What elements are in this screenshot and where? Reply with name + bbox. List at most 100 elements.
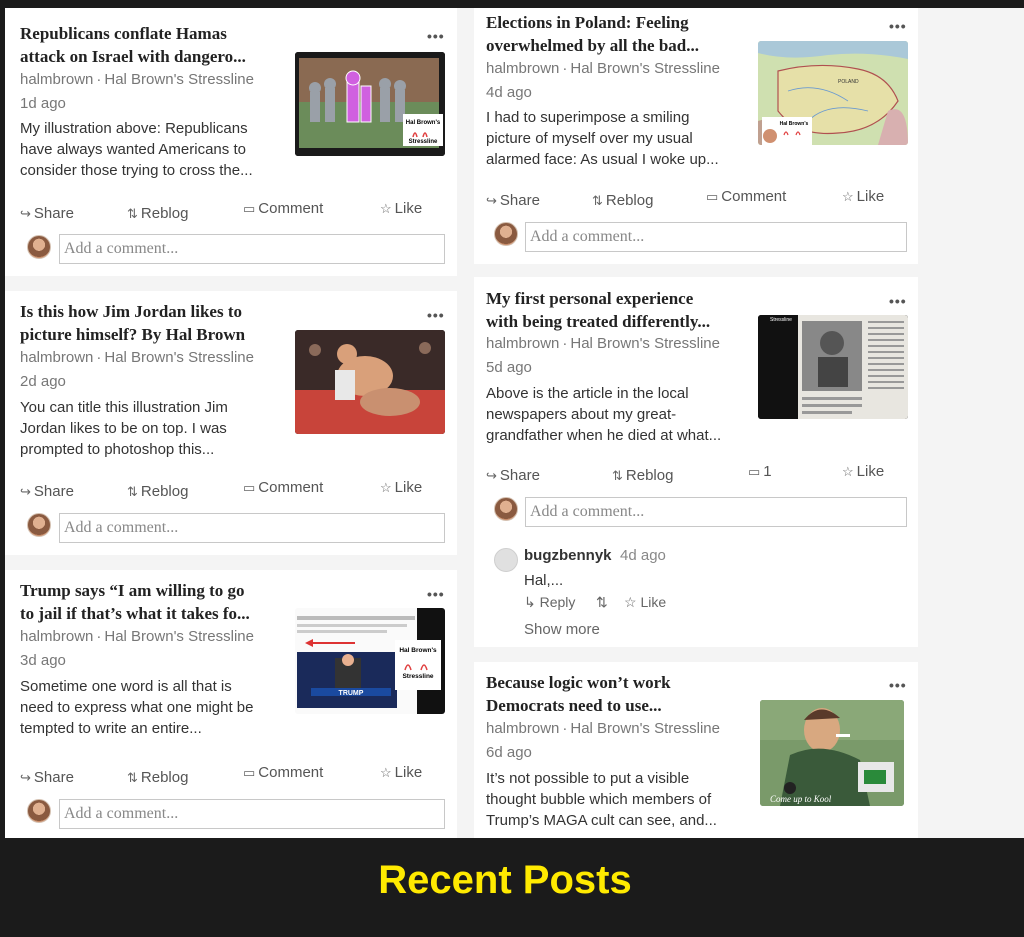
comment-time: 4d ago bbox=[620, 547, 666, 564]
more-options-icon[interactable]: ••• bbox=[889, 293, 907, 309]
like-button[interactable]: ☆ Like bbox=[380, 479, 422, 496]
post-title-line[interactable]: picture himself? By Hal Brown bbox=[20, 323, 280, 346]
more-options-icon[interactable]: ••• bbox=[889, 18, 907, 34]
post-title-line[interactable]: Elections in Poland: Feeling bbox=[486, 11, 746, 34]
post-title[interactable]: Trump says “I am willing to go to jail i… bbox=[20, 579, 280, 625]
comment-input[interactable]: Add a comment... bbox=[59, 799, 445, 829]
share-button[interactable]: ↪ Share bbox=[20, 483, 74, 500]
comment-button[interactable]: ▭ Comment bbox=[706, 188, 786, 205]
author-name[interactable]: halmbrown bbox=[486, 335, 559, 352]
snippet-line: My illustration above: Republicans bbox=[20, 120, 248, 137]
post-snippet[interactable]: My illustration above: Republicans have … bbox=[20, 118, 290, 181]
reblog-comment-button[interactable]: ⇅ bbox=[596, 594, 608, 611]
publication-name[interactable]: Hal Brown's Stressline bbox=[570, 60, 720, 77]
tweet-screenshot-icon[interactable]: TRUMP Hal Brown's Stressline bbox=[295, 608, 445, 714]
publication-name[interactable]: Hal Brown's Stressline bbox=[570, 720, 720, 737]
post-title-line[interactable]: Because logic won’t work bbox=[486, 671, 746, 694]
comment-button[interactable]: ▭ Comment bbox=[243, 764, 323, 781]
reply-button[interactable]: ↳ Reply bbox=[524, 594, 575, 611]
snippet-line: newspapers about my great- bbox=[486, 406, 677, 423]
post-title-line[interactable]: Democrats need to use... bbox=[486, 694, 746, 717]
comment-icon: ▭ bbox=[243, 201, 256, 216]
post-time: 4d ago bbox=[486, 84, 532, 101]
more-options-icon[interactable]: ••• bbox=[427, 28, 445, 44]
share-button[interactable]: ↪ Share bbox=[20, 205, 74, 222]
reblog-button[interactable]: ⇅ Reblog bbox=[612, 467, 673, 484]
badge-text: Hal Brown's bbox=[399, 647, 437, 654]
badge-text: Stressline bbox=[402, 673, 433, 680]
show-more-link[interactable]: Show more bbox=[524, 621, 600, 638]
more-options-icon[interactable]: ••• bbox=[889, 677, 907, 693]
like-button[interactable]: ☆ Like bbox=[380, 764, 422, 781]
reblog-icon: ⇅ bbox=[592, 193, 603, 208]
post-title-line[interactable]: attack on Israel with dangero... bbox=[20, 45, 280, 68]
author-name[interactable]: halmbrown bbox=[486, 720, 559, 737]
post-title-line[interactable]: Republicans conflate Hamas bbox=[20, 22, 280, 45]
publication-name[interactable]: Hal Brown's Stressline bbox=[570, 335, 720, 352]
author-name[interactable]: halmbrown bbox=[20, 349, 93, 366]
star-icon: ☆ bbox=[380, 201, 392, 216]
author-name[interactable]: halmbrown bbox=[486, 60, 559, 77]
like-button[interactable]: ☆ Like bbox=[842, 188, 884, 205]
kool-ad-icon[interactable]: Come up to Kool bbox=[760, 700, 904, 806]
reblog-button[interactable]: ⇅ Reblog bbox=[127, 483, 188, 500]
post-time: 2d ago bbox=[20, 373, 66, 390]
commenter-name[interactable]: bugzbennyk bbox=[524, 547, 612, 564]
snippet-line: picture of myself over my usual bbox=[486, 130, 693, 147]
reblog-button[interactable]: ⇅ Reblog bbox=[592, 192, 653, 209]
post-snippet[interactable]: I had to superimpose a smiling picture o… bbox=[486, 107, 756, 170]
posts-canvas: Republicans conflate Hamas attack on Isr… bbox=[5, 8, 1024, 838]
share-button[interactable]: ↪ Share bbox=[20, 769, 74, 786]
more-options-icon[interactable]: ••• bbox=[427, 586, 445, 602]
post-title[interactable]: Elections in Poland: Feeling overwhelmed… bbox=[486, 11, 746, 57]
poland-map-icon[interactable]: POLAND Hal Brown's bbox=[758, 41, 908, 145]
comment-input[interactable]: Add a comment... bbox=[59, 234, 445, 264]
post-snippet[interactable]: You can title this illustration Jim Jord… bbox=[20, 397, 290, 460]
reblog-icon: ⇅ bbox=[596, 594, 608, 610]
comment-input[interactable]: Add a comment... bbox=[59, 513, 445, 543]
post-title-line[interactable]: Is this how Jim Jordan likes to bbox=[20, 300, 280, 323]
comment-button[interactable]: ▭ Comment bbox=[243, 479, 323, 496]
map-label: POLAND bbox=[838, 79, 859, 85]
more-options-icon[interactable]: ••• bbox=[427, 307, 445, 323]
post-title-line[interactable]: Trump says “I am willing to go bbox=[20, 579, 280, 602]
post-title-line[interactable]: to jail if that’s what it takes fo... bbox=[20, 602, 280, 625]
post-snippet[interactable]: It’s not possible to put a visible thoug… bbox=[486, 768, 756, 831]
publication-name[interactable]: Hal Brown's Stressline bbox=[104, 349, 254, 366]
post-title[interactable]: Republicans conflate Hamas attack on Isr… bbox=[20, 22, 280, 68]
publication-name[interactable]: Hal Brown's Stressline bbox=[104, 71, 254, 88]
post-title[interactable]: Is this how Jim Jordan likes to picture … bbox=[20, 300, 280, 346]
newspaper-tag: Stressline bbox=[770, 317, 792, 323]
wrestling-photo-icon[interactable] bbox=[295, 330, 445, 434]
comment-text[interactable]: Hal,... bbox=[524, 572, 563, 589]
newspaper-clipping-icon[interactable]: Stressline bbox=[758, 315, 908, 419]
like-label: Like bbox=[640, 594, 667, 610]
comment-button[interactable]: ▭ Comment bbox=[243, 200, 323, 217]
reblog-label: Reblog bbox=[140, 483, 189, 500]
share-button[interactable]: ↪ Share bbox=[486, 192, 540, 209]
like-label: Like bbox=[394, 764, 423, 781]
like-button[interactable]: ☆ Like bbox=[380, 200, 422, 217]
post-title-line[interactable]: with being treated differently... bbox=[486, 310, 746, 333]
robots-illustration-icon[interactable]: Hal Brown's Stressline bbox=[295, 52, 445, 156]
snippet-line: prompted to photoshop this... bbox=[20, 441, 215, 458]
author-name[interactable]: halmbrown bbox=[20, 628, 93, 645]
post-snippet[interactable]: Above is the article in the local newspa… bbox=[486, 383, 756, 446]
reblog-button[interactable]: ⇅ Reblog bbox=[127, 205, 188, 222]
publication-name[interactable]: Hal Brown's Stressline bbox=[104, 628, 254, 645]
post-title[interactable]: Because logic won’t work Democrats need … bbox=[486, 671, 746, 717]
snippet-line: alarmed face: As usual I woke up... bbox=[486, 151, 719, 168]
post-title[interactable]: My first personal experience with being … bbox=[486, 287, 746, 333]
post-title-line[interactable]: overwhelmed by all the bad... bbox=[486, 34, 746, 57]
post-title-line[interactable]: My first personal experience bbox=[486, 287, 746, 310]
author-name[interactable]: halmbrown bbox=[20, 71, 93, 88]
like-button[interactable]: ☆ Like bbox=[842, 463, 884, 480]
reblog-label: Reblog bbox=[140, 769, 189, 786]
comment-input[interactable]: Add a comment... bbox=[525, 222, 907, 252]
like-comment-button[interactable]: ☆ Like bbox=[624, 594, 666, 611]
comment-button[interactable]: ▭ 1 bbox=[748, 463, 772, 480]
reblog-button[interactable]: ⇅ Reblog bbox=[127, 769, 188, 786]
post-snippet[interactable]: Sometime one word is all that is need to… bbox=[20, 676, 290, 739]
comment-input[interactable]: Add a comment... bbox=[525, 497, 907, 527]
share-button[interactable]: ↪ Share bbox=[486, 467, 540, 484]
